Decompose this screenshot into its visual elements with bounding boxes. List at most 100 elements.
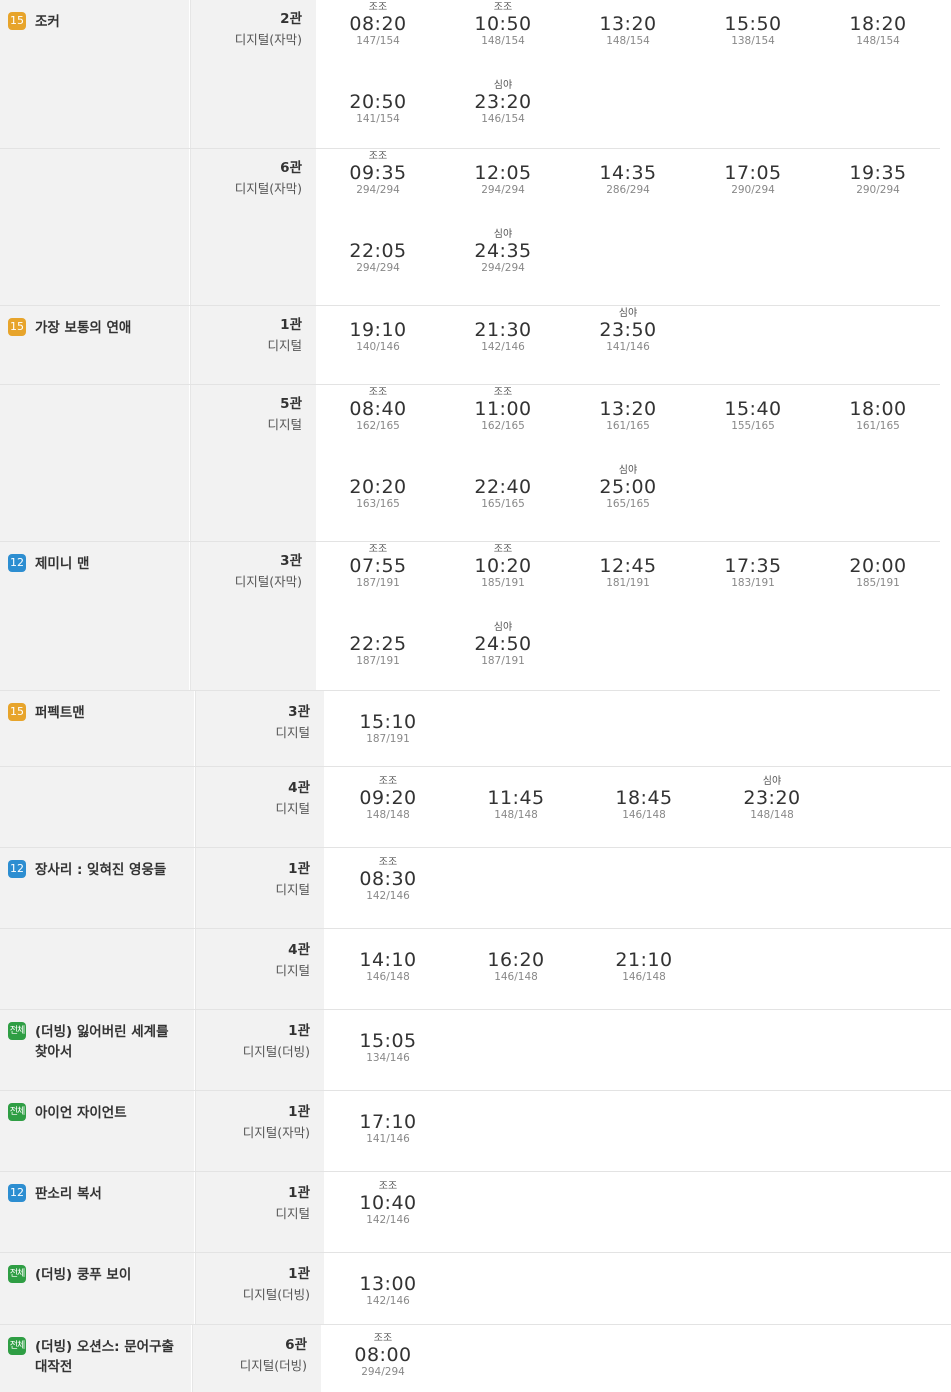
- showtime-slot[interactable]: 20:20 163/165: [323, 465, 433, 511]
- showtime-slot[interactable]: 조조 08:30 142/146: [333, 857, 443, 902]
- showtime[interactable]: 13:00: [333, 1274, 443, 1295]
- showtime-slot[interactable]: 13:20 161/165: [573, 387, 683, 433]
- showtime-slot[interactable]: 18:00 161/165: [823, 387, 933, 433]
- movie-title-group[interactable]: 15 가장 보통의 연애: [8, 318, 185, 338]
- showtime[interactable]: 11:00: [448, 399, 558, 420]
- showtime[interactable]: 16:20: [461, 950, 571, 971]
- showtime-slot[interactable]: 13:00 142/146: [333, 1262, 443, 1308]
- showtime[interactable]: 20:50: [323, 92, 433, 113]
- showtime-slot[interactable]: 심야 24:35 294/294: [448, 229, 558, 274]
- showtime[interactable]: 17:35: [698, 556, 808, 577]
- movie-title[interactable]: (더빙) 쿵푸 보이: [35, 1265, 185, 1285]
- showtime[interactable]: 25:00: [573, 477, 683, 498]
- showtime-slot[interactable]: 15:10 187/191: [333, 700, 443, 746]
- movie-title-group[interactable]: 전체 아이언 자이언트: [8, 1103, 185, 1123]
- showtime[interactable]: 08:20: [323, 14, 433, 35]
- showtime-slot[interactable]: 조조 10:40 142/146: [333, 1181, 443, 1226]
- showtime[interactable]: 23:20: [448, 92, 558, 113]
- showtime-slot[interactable]: 19:35 290/294: [823, 151, 933, 197]
- showtime[interactable]: 10:50: [448, 14, 558, 35]
- showtime[interactable]: 11:45: [461, 788, 571, 809]
- showtime[interactable]: 15:50: [698, 14, 808, 35]
- movie-title[interactable]: 장사리 : 잊혀진 영웅들: [35, 860, 185, 880]
- showtime[interactable]: 18:20: [823, 14, 933, 35]
- movie-title[interactable]: 가장 보통의 연애: [35, 318, 185, 338]
- showtime-slot[interactable]: 심야 23:50 141/146: [573, 308, 683, 353]
- showtime[interactable]: 13:20: [573, 399, 683, 420]
- showtime[interactable]: 19:10: [323, 320, 433, 341]
- showtime[interactable]: 08:00: [328, 1345, 438, 1366]
- showtime[interactable]: 12:45: [573, 556, 683, 577]
- showtime-slot[interactable]: 12:45 181/191: [573, 544, 683, 590]
- showtime[interactable]: 17:05: [698, 163, 808, 184]
- movie-title[interactable]: 조커: [35, 12, 185, 32]
- showtime[interactable]: 07:55: [323, 556, 433, 577]
- movie-title[interactable]: 판소리 복서: [35, 1184, 185, 1204]
- showtime-slot[interactable]: 22:40 165/165: [448, 465, 558, 511]
- showtime[interactable]: 21:10: [589, 950, 699, 971]
- showtime-slot[interactable]: 조조 08:00 294/294: [328, 1333, 438, 1378]
- showtime[interactable]: 20:20: [323, 477, 433, 498]
- showtime-slot[interactable]: 심야 24:50 187/191: [448, 622, 558, 667]
- showtime-slot[interactable]: 22:25 187/191: [323, 622, 433, 668]
- showtime-slot[interactable]: 11:45 148/148: [461, 776, 571, 822]
- showtime-slot[interactable]: 19:10 140/146: [323, 308, 433, 354]
- showtime[interactable]: 23:50: [573, 320, 683, 341]
- showtime-slot[interactable]: 14:35 286/294: [573, 151, 683, 197]
- showtime[interactable]: 22:05: [323, 241, 433, 262]
- showtime[interactable]: 12:05: [448, 163, 558, 184]
- showtime-slot[interactable]: 22:05 294/294: [323, 229, 433, 275]
- showtime-slot[interactable]: 16:20 146/148: [461, 938, 571, 984]
- showtime-slot[interactable]: 조조 09:35 294/294: [323, 151, 433, 196]
- movie-title[interactable]: (더빙) 잃어버린 세계를 찾아서: [35, 1022, 185, 1062]
- showtime-slot[interactable]: 조조 11:00 162/165: [448, 387, 558, 432]
- showtime-slot[interactable]: 15:50 138/154: [698, 2, 808, 48]
- showtime[interactable]: 13:20: [573, 14, 683, 35]
- showtime-slot[interactable]: 18:20 148/154: [823, 2, 933, 48]
- showtime-slot[interactable]: 17:05 290/294: [698, 151, 808, 197]
- movie-title-group[interactable]: 15 퍼펙트맨: [8, 703, 185, 723]
- movie-title-group[interactable]: 전체 (더빙) 쿵푸 보이: [8, 1265, 185, 1285]
- showtime-slot[interactable]: 14:10 146/148: [333, 938, 443, 984]
- showtime-slot[interactable]: 21:30 142/146: [448, 308, 558, 354]
- showtime-slot[interactable]: 17:10 141/146: [333, 1100, 443, 1146]
- showtime-slot[interactable]: 18:45 146/148: [589, 776, 699, 822]
- showtime-slot[interactable]: 조조 10:50 148/154: [448, 2, 558, 47]
- showtime-slot[interactable]: 조조 07:55 187/191: [323, 544, 433, 589]
- movie-title[interactable]: (더빙) 오션스: 문어구출 대작전: [35, 1337, 185, 1377]
- showtime-slot[interactable]: 13:20 148/154: [573, 2, 683, 48]
- showtime[interactable]: 18:00: [823, 399, 933, 420]
- showtime[interactable]: 09:35: [323, 163, 433, 184]
- showtime[interactable]: 20:00: [823, 556, 933, 577]
- showtime-slot[interactable]: 20:00 185/191: [823, 544, 933, 590]
- movie-title-group[interactable]: 15 조커: [8, 12, 185, 32]
- movie-title[interactable]: 제미니 맨: [35, 554, 185, 574]
- showtime-slot[interactable]: 심야 23:20 148/148: [717, 776, 827, 821]
- showtime[interactable]: 15:40: [698, 399, 808, 420]
- showtime-slot[interactable]: 조조 08:40 162/165: [323, 387, 433, 432]
- showtime[interactable]: 19:35: [823, 163, 933, 184]
- movie-title-group[interactable]: 12 제미니 맨: [8, 554, 185, 574]
- showtime[interactable]: 24:50: [448, 634, 558, 655]
- showtime[interactable]: 09:20: [333, 788, 443, 809]
- showtime[interactable]: 15:10: [333, 712, 443, 733]
- showtime[interactable]: 17:10: [333, 1112, 443, 1133]
- showtime[interactable]: 22:25: [323, 634, 433, 655]
- showtime-slot[interactable]: 21:10 146/148: [589, 938, 699, 984]
- showtime[interactable]: 10:40: [333, 1193, 443, 1214]
- showtime-slot[interactable]: 심야 23:20 146/154: [448, 80, 558, 125]
- showtime-slot[interactable]: 12:05 294/294: [448, 151, 558, 197]
- showtime-slot[interactable]: 20:50 141/154: [323, 80, 433, 126]
- showtime-slot[interactable]: 15:40 155/165: [698, 387, 808, 433]
- showtime-slot[interactable]: 조조 08:20 147/154: [323, 2, 433, 47]
- showtime[interactable]: 14:10: [333, 950, 443, 971]
- showtime[interactable]: 18:45: [589, 788, 699, 809]
- showtime-slot[interactable]: 17:35 183/191: [698, 544, 808, 590]
- showtime[interactable]: 21:30: [448, 320, 558, 341]
- movie-title-group[interactable]: 전체 (더빙) 오션스: 문어구출 대작전: [8, 1337, 185, 1377]
- movie-title-group[interactable]: 12 판소리 복서: [8, 1184, 185, 1204]
- showtime[interactable]: 14:35: [573, 163, 683, 184]
- showtime[interactable]: 08:30: [333, 869, 443, 890]
- movie-title-group[interactable]: 12 장사리 : 잊혀진 영웅들: [8, 860, 185, 880]
- showtime[interactable]: 10:20: [448, 556, 558, 577]
